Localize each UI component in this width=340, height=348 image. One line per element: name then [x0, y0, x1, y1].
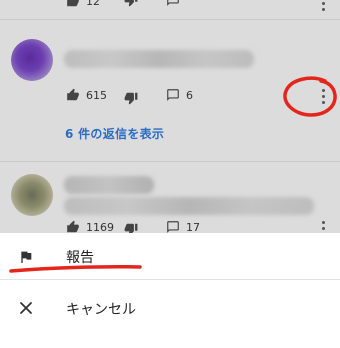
- report-menu-item[interactable]: 報告: [0, 233, 340, 280]
- comments-list-dimmed: 12 615 6 6 件の返信を表示 1169 17: [0, 0, 340, 233]
- top-like-count: 12: [86, 0, 100, 8]
- thumbs-down-icon[interactable]: [124, 0, 138, 7]
- reply-button[interactable]: 6: [166, 86, 193, 104]
- divider: [0, 279, 340, 280]
- annotation-circle: [283, 76, 337, 117]
- reply-button[interactable]: 17: [166, 218, 200, 233]
- divider: [0, 161, 340, 162]
- dislike-button[interactable]: [124, 90, 138, 109]
- top-more-icon[interactable]: [322, 0, 326, 14]
- thumbs-up-icon[interactable]: [66, 0, 80, 8]
- thumbs-down-icon[interactable]: [124, 222, 138, 233]
- comment-1-actions: 615: [66, 86, 107, 104]
- close-icon: [20, 302, 32, 314]
- top-reply-button[interactable]: [166, 0, 180, 11]
- view-replies-link[interactable]: 6 件の返信を表示: [65, 125, 164, 142]
- cancel-menu-item[interactable]: キャンセル: [0, 285, 340, 331]
- blurred-comment-text: [64, 197, 314, 215]
- thumbs-up-icon[interactable]: [66, 88, 80, 102]
- cancel-label: キャンセル: [66, 302, 136, 318]
- thumbs-down-icon[interactable]: [124, 91, 138, 105]
- comment-2-actions: 1169: [66, 218, 114, 233]
- comment-icon[interactable]: [166, 220, 180, 233]
- comment-icon[interactable]: [166, 88, 180, 102]
- like-count: 615: [86, 88, 107, 102]
- top-thumbs-down[interactable]: [124, 0, 138, 11]
- top-comment-actions: 12: [66, 0, 100, 10]
- like-count: 1169: [86, 220, 114, 234]
- more-options-icon[interactable]: [322, 221, 326, 233]
- dislike-button[interactable]: [124, 221, 138, 233]
- reply-count: 17: [186, 220, 200, 234]
- annotation-underline: [9, 264, 142, 273]
- blurred-comment-text: [64, 50, 254, 68]
- avatar[interactable]: [11, 174, 53, 216]
- thumbs-up-icon[interactable]: [66, 220, 80, 233]
- reply-count: 6: [186, 88, 193, 102]
- avatar[interactable]: [11, 39, 53, 81]
- blurred-comment-text: [64, 176, 154, 194]
- divider: [0, 19, 340, 20]
- action-bottom-sheet: 報告 キャンセル: [0, 233, 340, 348]
- comment-icon[interactable]: [166, 0, 180, 7]
